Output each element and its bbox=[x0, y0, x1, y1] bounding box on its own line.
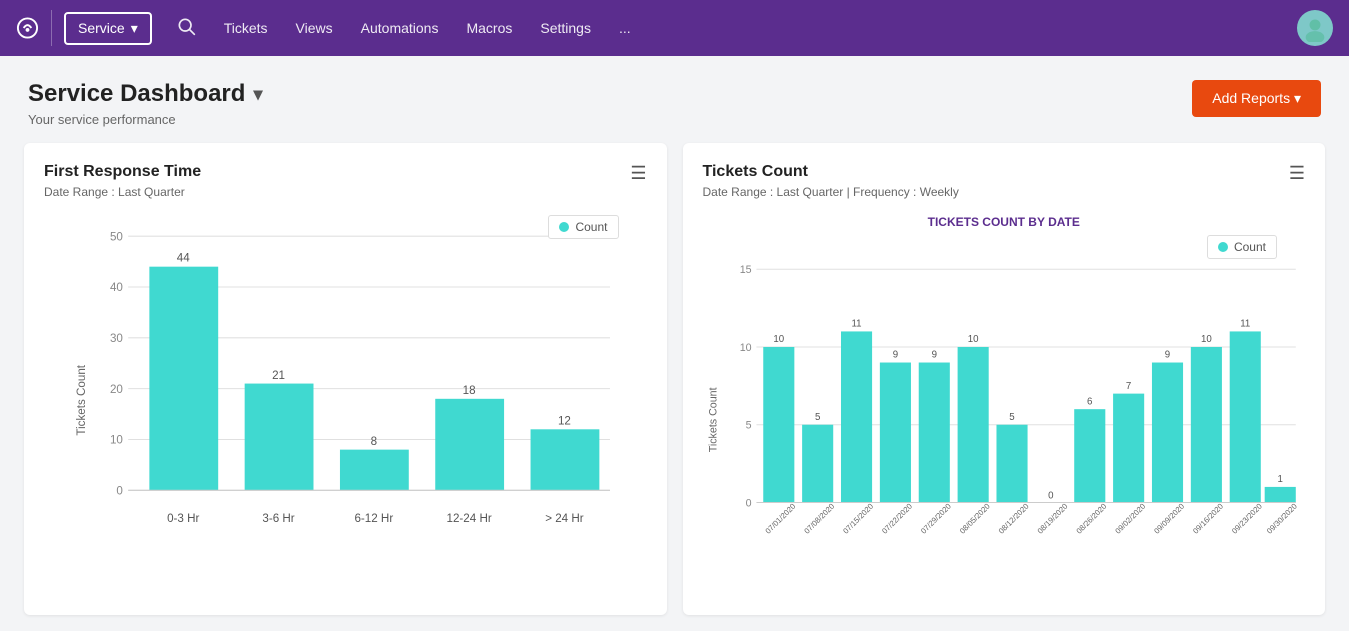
chevron-down-icon[interactable]: ▾ bbox=[253, 84, 262, 105]
chart2-legend: Count bbox=[1207, 235, 1277, 259]
svg-text:12-24 Hr: 12-24 Hr bbox=[447, 512, 492, 525]
svg-text:08/19/2020: 08/19/2020 bbox=[1035, 501, 1069, 535]
svg-text:5: 5 bbox=[814, 412, 819, 423]
svg-text:9: 9 bbox=[931, 350, 936, 361]
svg-text:0-3 Hr: 0-3 Hr bbox=[167, 512, 199, 525]
avatar-image bbox=[1301, 14, 1329, 42]
chart1-menu[interactable]: ☰ bbox=[630, 163, 646, 184]
nav-automations[interactable]: Automations bbox=[361, 20, 439, 36]
svg-text:07/22/2020: 07/22/2020 bbox=[880, 501, 914, 535]
svg-text:12: 12 bbox=[558, 415, 571, 428]
chart1-svg: Tickets Count 50 40 30 20 10 0 44 0-3 Hr bbox=[44, 215, 647, 575]
svg-text:0: 0 bbox=[116, 485, 123, 498]
svg-text:09/23/2020: 09/23/2020 bbox=[1229, 501, 1263, 535]
svg-text:6: 6 bbox=[1087, 396, 1092, 407]
charts-area: First Response Time Date Range : Last Qu… bbox=[0, 143, 1349, 631]
chart1-legend: Count bbox=[548, 215, 618, 239]
chart1-container: Count Tickets Count 50 40 30 20 10 0 bbox=[44, 215, 647, 575]
svg-text:07/08/2020: 07/08/2020 bbox=[802, 501, 836, 535]
header: Service ▾ Tickets Views Automations Macr… bbox=[0, 0, 1349, 56]
nav-macros[interactable]: Macros bbox=[466, 20, 512, 36]
legend-dot bbox=[559, 222, 569, 232]
chevron-down-icon: ▾ bbox=[131, 20, 138, 37]
svg-text:> 24 Hr: > 24 Hr bbox=[545, 512, 584, 525]
svg-text:30: 30 bbox=[110, 332, 123, 345]
chart2-title: Tickets Count bbox=[703, 163, 1306, 181]
page-title-group: Service Dashboard ▾ Your service perform… bbox=[28, 80, 262, 127]
svg-text:11: 11 bbox=[1240, 319, 1250, 330]
svg-text:5: 5 bbox=[1009, 412, 1014, 423]
svg-text:10: 10 bbox=[739, 342, 751, 354]
svg-text:09/30/2020: 09/30/2020 bbox=[1264, 501, 1298, 535]
search-button[interactable] bbox=[176, 16, 196, 41]
chart2-menu[interactable]: ☰ bbox=[1289, 163, 1305, 184]
svg-text:0: 0 bbox=[745, 497, 751, 509]
nav-views[interactable]: Views bbox=[296, 20, 333, 36]
first-response-time-card: First Response Time Date Range : Last Qu… bbox=[24, 143, 667, 615]
svg-text:07/29/2020: 07/29/2020 bbox=[919, 501, 953, 535]
svg-text:50: 50 bbox=[110, 230, 123, 243]
svg-text:1: 1 bbox=[1277, 474, 1282, 485]
search-icon bbox=[176, 16, 196, 36]
svg-text:21: 21 bbox=[272, 369, 285, 382]
svg-text:09/09/2020: 09/09/2020 bbox=[1152, 501, 1186, 535]
tickets-count-card: Tickets Count Date Range : Last Quarter … bbox=[683, 143, 1326, 615]
svg-text:7: 7 bbox=[1125, 381, 1130, 392]
svg-text:08/26/2020: 08/26/2020 bbox=[1074, 501, 1108, 535]
chart2-subtitle: Date Range : Last Quarter | Frequency : … bbox=[703, 185, 1306, 199]
page-header: Service Dashboard ▾ Your service perform… bbox=[0, 56, 1349, 143]
svg-text:5: 5 bbox=[745, 420, 751, 432]
svg-text:10: 10 bbox=[773, 334, 784, 345]
page-title-text: Service Dashboard bbox=[28, 80, 245, 108]
svg-text:10: 10 bbox=[1200, 334, 1211, 345]
add-reports-button[interactable]: Add Reports ▾ bbox=[1192, 80, 1321, 117]
legend-dot2 bbox=[1218, 242, 1228, 252]
nav-more[interactable]: ... bbox=[619, 20, 631, 36]
page-title: Service Dashboard ▾ bbox=[28, 80, 262, 108]
svg-text:07/01/2020: 07/01/2020 bbox=[763, 501, 797, 535]
svg-text:09/02/2020: 09/02/2020 bbox=[1113, 501, 1147, 535]
svg-text:8: 8 bbox=[371, 435, 377, 448]
svg-text:0: 0 bbox=[1048, 491, 1054, 502]
service-label: Service bbox=[78, 20, 125, 36]
chart2-center-title: TICKETS COUNT BY DATE bbox=[703, 215, 1306, 229]
nav-settings[interactable]: Settings bbox=[540, 20, 591, 36]
legend-label: Count bbox=[575, 220, 607, 234]
svg-text:09/16/2020: 09/16/2020 bbox=[1191, 501, 1225, 535]
svg-text:Tickets Count: Tickets Count bbox=[75, 364, 88, 435]
chart1-subtitle: Date Range : Last Quarter bbox=[44, 185, 647, 199]
svg-text:Tickets Count: Tickets Count bbox=[707, 387, 719, 452]
svg-text:3-6 Hr: 3-6 Hr bbox=[262, 512, 294, 525]
svg-text:11: 11 bbox=[851, 319, 861, 330]
chart2-svg: Tickets Count 15 10 5 0 10 07/01/2020 bbox=[703, 235, 1306, 595]
legend-label2: Count bbox=[1234, 240, 1266, 254]
svg-text:40: 40 bbox=[110, 281, 123, 294]
svg-text:18: 18 bbox=[463, 384, 476, 397]
nav-tickets[interactable]: Tickets bbox=[224, 20, 268, 36]
svg-text:15: 15 bbox=[739, 264, 751, 276]
logo-icon bbox=[16, 16, 39, 40]
chart2-container: Count Tickets Count 15 10 5 0 10 bbox=[703, 235, 1306, 595]
main-nav: Tickets Views Automations Macros Setting… bbox=[224, 20, 631, 36]
page-subtitle: Your service performance bbox=[28, 112, 262, 127]
svg-text:6-12 Hr: 6-12 Hr bbox=[354, 512, 393, 525]
svg-text:10: 10 bbox=[110, 434, 123, 447]
svg-text:9: 9 bbox=[892, 350, 897, 361]
svg-text:20: 20 bbox=[110, 383, 123, 396]
svg-text:08/12/2020: 08/12/2020 bbox=[996, 501, 1030, 535]
service-dropdown[interactable]: Service ▾ bbox=[64, 12, 152, 45]
logo bbox=[16, 10, 52, 46]
avatar[interactable] bbox=[1297, 10, 1333, 46]
svg-text:10: 10 bbox=[967, 334, 978, 345]
chart1-title: First Response Time bbox=[44, 163, 647, 181]
svg-text:9: 9 bbox=[1164, 350, 1169, 361]
svg-text:08/05/2020: 08/05/2020 bbox=[957, 501, 991, 535]
svg-text:07/15/2020: 07/15/2020 bbox=[841, 501, 875, 535]
svg-text:44: 44 bbox=[177, 252, 190, 265]
